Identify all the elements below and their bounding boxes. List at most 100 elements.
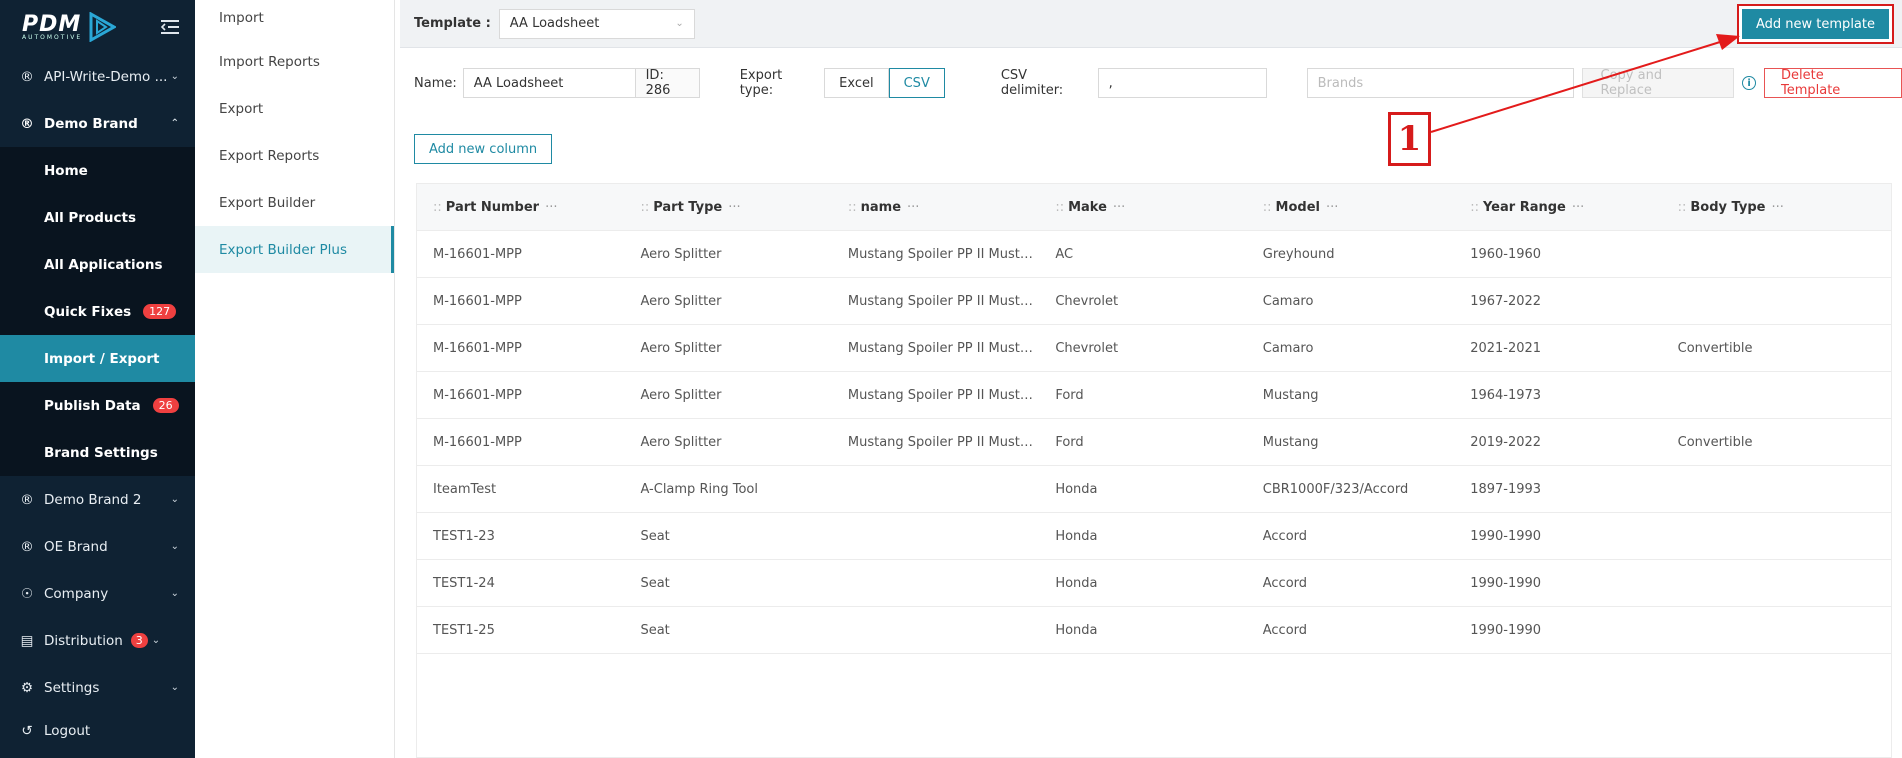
more-icon[interactable]: ···	[1326, 200, 1338, 215]
sidebar-item-demo-brand-2[interactable]: ® Demo Brand 2 ⌄	[0, 476, 195, 523]
column-header-year-range[interactable]: :: Year Range ···	[1454, 200, 1661, 215]
more-icon[interactable]: ···	[1572, 200, 1584, 215]
submenu-item-import[interactable]: Import	[195, 0, 394, 38]
import-export-menu: Import Import Reports Export Export Repo…	[195, 0, 395, 758]
name-label: Name:	[414, 75, 457, 91]
table-row[interactable]: TEST1-24 Seat Honda Accord 1990-1990	[417, 560, 1891, 607]
drag-handle-icon[interactable]: ::	[848, 200, 857, 215]
sidebar-item-label: Logout	[44, 723, 91, 739]
column-header-part-number[interactable]: :: Part Number ···	[417, 200, 624, 215]
table-cell: Mustang Spoiler PP II Mustang Spoiler	[847, 293, 1040, 309]
more-icon[interactable]: ···	[545, 200, 557, 215]
table-cell: Honda	[1055, 528, 1098, 544]
submenu-item-export-builder-plus[interactable]: Export Builder Plus	[195, 226, 394, 273]
table-row[interactable]: M-16601-MPP Aero Splitter Mustang Spoiler …	[417, 372, 1891, 419]
more-icon[interactable]: ···	[907, 200, 919, 215]
count-badge: 3	[130, 633, 148, 648]
drag-handle-icon[interactable]: ::	[640, 200, 649, 215]
submenu-item-import-reports[interactable]: Import Reports	[195, 38, 394, 85]
table-row[interactable]: TEST1-23 Seat Honda Accord 1990-1990	[417, 513, 1891, 560]
globe-icon: ☉	[20, 585, 34, 602]
sidebar-nav: ® API-Write-Demo ... ⌄ ® Demo Brand ⌃ Ho…	[0, 53, 195, 751]
export-preview-table: :: Part Number ··· :: Part Type ··· :: name ··…	[416, 183, 1892, 758]
template-name-input[interactable]: AA Loadsheet	[462, 68, 636, 98]
registered-icon: ®	[20, 538, 34, 555]
add-new-column-button[interactable]: Add new column	[414, 134, 553, 164]
column-header-label: Make	[1068, 199, 1107, 215]
table-cell: Ford	[1055, 387, 1084, 403]
sidebar-item-settings[interactable]: ⚙ Settings ⌄	[0, 664, 195, 711]
sidebar-item-brand-settings[interactable]: Brand Settings	[0, 429, 195, 476]
sidebar-item-demo-brand[interactable]: ® Demo Brand ⌃	[0, 100, 195, 147]
csv-delimiter-input[interactable]: ,	[1097, 68, 1267, 98]
sidebar-item-quick-fixes[interactable]: Quick Fixes 127	[0, 288, 195, 335]
sidebar-item-home[interactable]: Home	[0, 147, 195, 194]
logo[interactable]: PDM AUTOMOTIVE	[22, 11, 117, 42]
submenu-item-export[interactable]: Export	[195, 85, 394, 132]
registered-icon: ®	[20, 491, 34, 508]
drag-handle-icon[interactable]: ::	[1263, 200, 1272, 215]
info-icon[interactable]: i	[1742, 76, 1756, 90]
chevron-down-icon: ⌄	[170, 682, 179, 693]
table-row[interactable]: TEST1-25 Seat Honda Accord 1990-1990	[417, 607, 1891, 654]
column-header-label: Year Range	[1482, 199, 1566, 215]
table-cell: Mustang	[1262, 387, 1319, 403]
count-badge: 127	[143, 304, 177, 319]
drag-handle-icon[interactable]: ::	[433, 200, 442, 215]
table-cell: Aero Splitter	[640, 293, 722, 309]
sidebar-item-company[interactable]: ☉ Company ⌄	[0, 570, 195, 617]
column-header-model[interactable]: :: Model ···	[1247, 200, 1454, 215]
column-header-label: Body Type	[1690, 199, 1766, 215]
export-type-label: Export type:	[739, 68, 783, 98]
drag-handle-icon[interactable]: ::	[1055, 200, 1064, 215]
sidebar-item-import-export[interactable]: Import / Export	[0, 335, 195, 382]
table-cell: Chevrolet	[1055, 340, 1119, 356]
column-header-make[interactable]: :: Make ···	[1039, 200, 1246, 215]
sidebar-item-api-write-demo[interactable]: ® API-Write-Demo ... ⌄	[0, 53, 195, 100]
table-row[interactable]: M-16601-MPP Aero Splitter Mustang Spoiler …	[417, 278, 1891, 325]
column-header-part-type[interactable]: :: Part Type ···	[624, 200, 831, 215]
chevron-down-icon: ⌄	[170, 588, 179, 599]
submenu-item-export-reports[interactable]: Export Reports	[195, 132, 394, 179]
sidebar-item-all-products[interactable]: All Products	[0, 194, 195, 241]
more-icon[interactable]: ···	[1771, 200, 1783, 215]
sidebar-item-logout[interactable]: ↺ Logout	[0, 711, 195, 751]
sidebar-item-label: Settings	[44, 679, 100, 696]
table-cell: Aero Splitter	[640, 434, 722, 450]
table-cell: 2021-2021	[1470, 340, 1542, 356]
more-icon[interactable]: ···	[1113, 200, 1125, 215]
template-select-value: AA Loadsheet	[509, 16, 600, 31]
column-header-name[interactable]: :: name ···	[832, 200, 1039, 215]
table-cell: 2019-2022	[1470, 434, 1542, 450]
submenu-item-export-builder[interactable]: Export Builder	[195, 179, 394, 226]
table-cell: Honda	[1055, 622, 1098, 638]
template-select[interactable]: AA Loadsheet ⌄	[498, 8, 695, 39]
table-cell: Seat	[640, 622, 670, 638]
sidebar-item-label: Demo Brand 2	[44, 491, 142, 508]
sidebar-item-distribution[interactable]: ▤ Distribution 3 ⌄	[0, 617, 195, 664]
column-header-body-type[interactable]: :: Body Type ···	[1662, 200, 1891, 215]
table-row[interactable]: M-16601-MPP Aero Splitter Mustang Spoiler …	[417, 231, 1891, 278]
menu-collapse-icon[interactable]	[159, 18, 181, 36]
template-id-field: ID: 286	[634, 68, 700, 98]
count-badge: 26	[152, 398, 179, 413]
table-row[interactable]: IteamTest A-Clamp Ring Tool Honda CBR1000F/…	[417, 466, 1891, 513]
export-type-csv[interactable]: CSV	[888, 68, 945, 98]
sidebar-item-oe-brand[interactable]: ® OE Brand ⌄	[0, 523, 195, 570]
add-new-template-button[interactable]: Add new template	[1742, 9, 1889, 39]
drag-handle-icon[interactable]: ::	[1470, 200, 1479, 215]
brands-input[interactable]: Brands	[1306, 68, 1574, 98]
table-cell: Ford	[1055, 434, 1084, 450]
delete-template-button[interactable]: Delete Template	[1763, 68, 1902, 98]
export-type-excel[interactable]: Excel	[824, 68, 889, 98]
table-row[interactable]: M-16601-MPP Aero Splitter Mustang Spoiler …	[417, 419, 1891, 466]
main-content: Template : AA Loadsheet ⌄ Add new templa…	[400, 0, 1902, 758]
sidebar-item-label: All Products	[44, 209, 136, 226]
table-row[interactable]: M-16601-MPP Aero Splitter Mustang Spoiler …	[417, 325, 1891, 372]
sidebar-item-publish-data[interactable]: Publish Data 26	[0, 382, 195, 429]
sidebar-item-label: Quick Fixes	[44, 303, 132, 320]
drag-handle-icon[interactable]: ::	[1678, 200, 1687, 215]
more-icon[interactable]: ···	[728, 200, 740, 215]
sidebar-item-all-applications[interactable]: All Applications	[0, 241, 195, 288]
copy-and-replace-button[interactable]: Copy and Replace	[1581, 68, 1735, 98]
